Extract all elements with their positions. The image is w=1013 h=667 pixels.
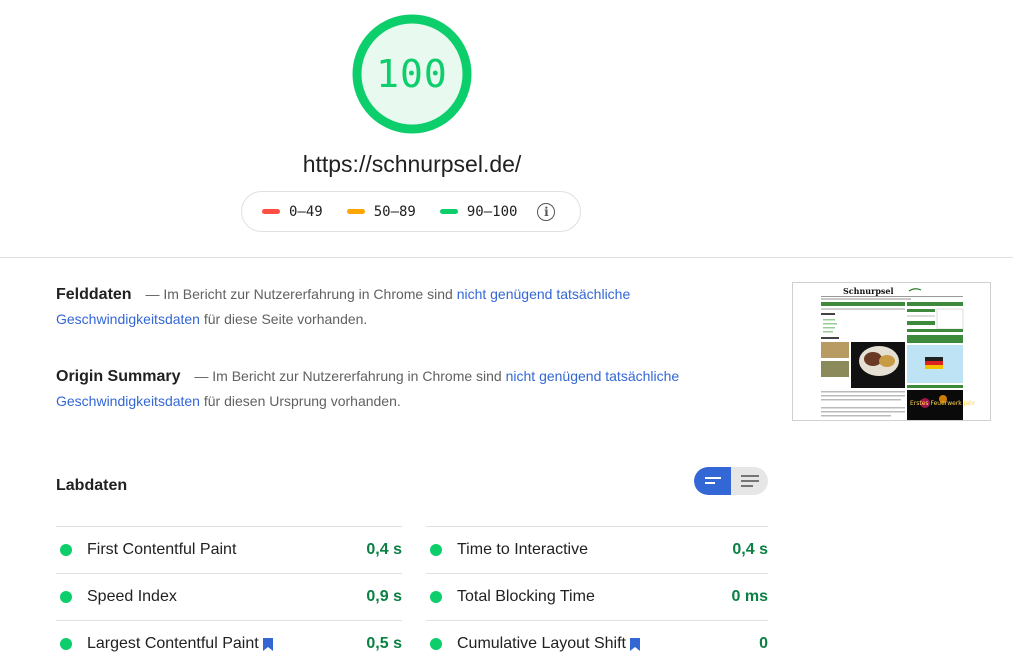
thumbnail-banner-text: Erstes Feuerwerk Jahr <box>910 400 976 407</box>
legend-item-fail: 0–49 <box>262 204 323 220</box>
metric-value: 0,5 s <box>366 635 402 652</box>
legend-average-bar <box>346 209 365 214</box>
origin-summary-section: Origin Summary — Im Bericht zur Nutzerer… <box>56 364 696 414</box>
metric-name-wrap: Cumulative Layout Shift <box>457 635 759 653</box>
lab-data-title: Labdaten <box>56 477 128 494</box>
metric-name: Largest Contentful Paint <box>87 635 259 652</box>
legend-average-label: 50–89 <box>373 203 416 220</box>
tested-url: https://schnurpsel.de/ <box>302 151 522 177</box>
score-legend: 0–49 50–89 90–100 i <box>241 191 581 232</box>
thumbnail-site-name: Schnurpsel <box>843 286 894 296</box>
field-data-title: Felddaten <box>56 286 132 303</box>
thumbnail-image: Schnurpsel Erstes Feuerwerk Jahr <box>793 283 990 420</box>
origin-summary-text: Im Bericht zur Nutzererfahrung in Chrome… <box>212 368 502 384</box>
metric-name: Total Blocking Time <box>457 588 595 605</box>
legend-pass-bar <box>439 209 458 214</box>
origin-summary-dash: — <box>194 368 209 384</box>
metric-speed-index[interactable]: Speed Index 0,9 s <box>56 573 402 620</box>
legend-fail-bar <box>262 209 280 214</box>
metric-value: 0 <box>759 635 768 652</box>
metric-largest-contentful-paint[interactable]: Largest Contentful Paint 0,5 s <box>56 620 402 667</box>
metric-name: First Contentful Paint <box>87 541 237 558</box>
performance-score-gauge: 100 <box>352 14 472 134</box>
metric-cumulative-layout-shift[interactable]: Cumulative Layout Shift 0 <box>426 620 768 667</box>
pass-indicator-icon <box>60 591 72 603</box>
metric-value: 0,4 s <box>732 541 768 558</box>
legend-fail-label: 0–49 <box>289 203 323 220</box>
metric-name: Time to Interactive <box>457 541 589 558</box>
bookmark-icon <box>262 637 273 651</box>
field-data-section: Felddaten — Im Bericht zur Nutzererfahru… <box>56 282 696 332</box>
metric-name: Speed Index <box>87 588 177 605</box>
list-view-button[interactable] <box>731 467 768 495</box>
pass-indicator-icon <box>430 638 442 650</box>
pass-indicator-icon <box>60 638 72 650</box>
metric-value: 0,9 s <box>366 588 402 605</box>
pass-indicator-icon <box>60 544 72 556</box>
score-value: 100 <box>376 52 448 96</box>
metric-value: 0 ms <box>731 588 768 605</box>
metric-name-wrap: Largest Contentful Paint <box>87 635 366 653</box>
metric-time-to-interactive[interactable]: Time to Interactive 0,4 s <box>426 526 768 573</box>
list-view-icon <box>740 475 759 487</box>
compact-view-icon <box>704 477 721 484</box>
field-data-text: Im Bericht zur Nutzererfahrung in Chrome… <box>163 286 453 302</box>
pass-indicator-icon <box>430 591 442 603</box>
bookmark-icon <box>629 637 640 651</box>
metric-first-contentful-paint[interactable]: First Contentful Paint 0,4 s <box>56 526 402 573</box>
field-data-dash: — <box>145 286 160 302</box>
compact-view-button[interactable] <box>694 467 731 495</box>
page-screenshot-thumbnail[interactable]: Schnurpsel Erstes Feuerwerk Jahr <box>792 282 991 421</box>
legend-pass-label: 90–100 <box>466 203 518 220</box>
legend-item-average: 50–89 <box>346 203 416 220</box>
metric-value: 0,4 s <box>366 541 402 558</box>
field-data-text-after: für diese Seite vorhanden. <box>203 311 368 327</box>
origin-summary-text-after: für diesen Ursprung vorhanden. <box>203 393 401 409</box>
header-divider <box>0 257 1013 258</box>
metric-name: Cumulative Layout Shift <box>457 635 626 652</box>
metrics-view-toggle[interactable] <box>694 467 768 495</box>
metric-total-blocking-time[interactable]: Total Blocking Time 0 ms <box>426 573 768 620</box>
info-icon[interactable]: i <box>537 202 556 221</box>
origin-summary-title: Origin Summary <box>56 368 181 385</box>
pass-indicator-icon <box>430 544 442 556</box>
legend-item-pass: 90–100 <box>439 203 518 220</box>
